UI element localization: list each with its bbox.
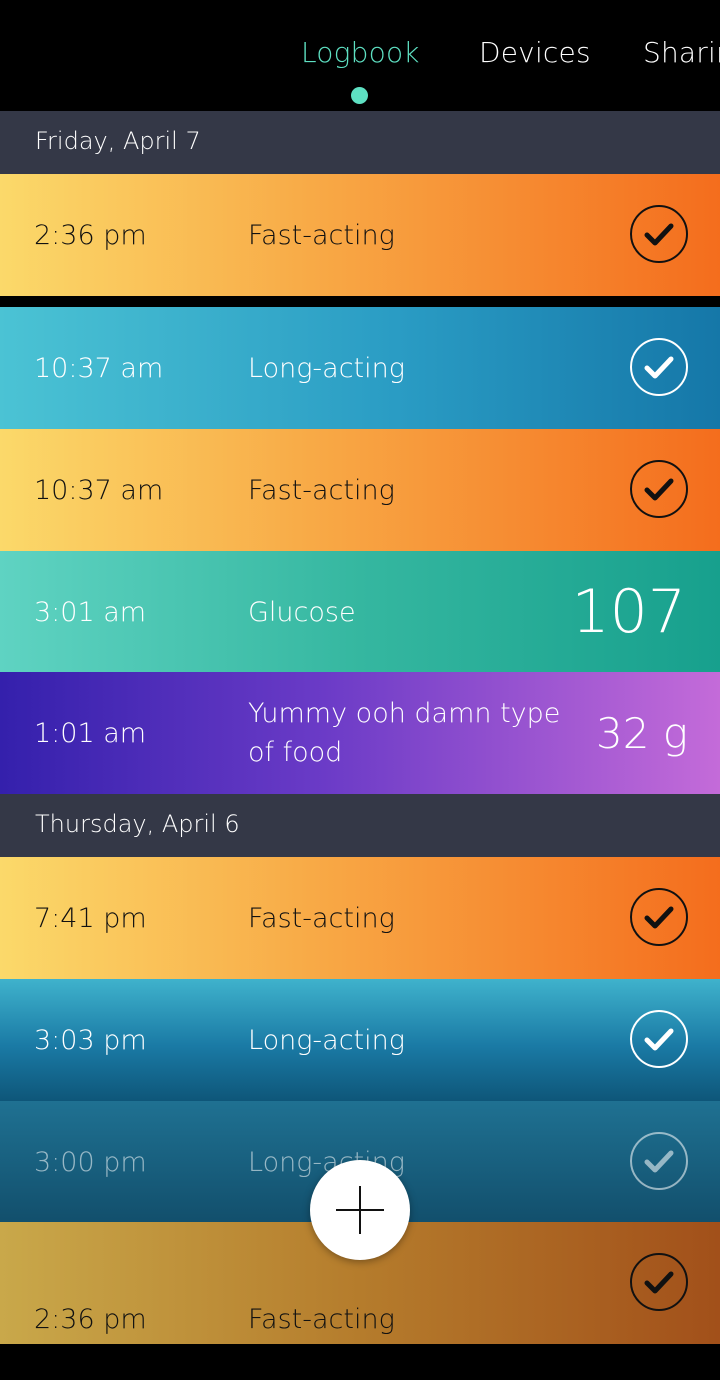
entry-label: Yummy ooh damn type of food [248, 698, 561, 768]
log-entry-fast-acting[interactable]: 7:41 pm Fast-acting [0, 857, 720, 979]
log-entry-long-acting[interactable]: 3:03 pm Long-acting [0, 979, 720, 1101]
log-entry-fast-acting[interactable]: 2:36 pm Fast-acting [0, 174, 720, 296]
entry-label: Fast-acting [248, 474, 395, 506]
entry-time: 10:37 am [34, 352, 164, 384]
entry-time: 3:03 pm [34, 1024, 147, 1056]
entry-label: Long-acting [248, 1024, 405, 1056]
entry-label: Long-acting [248, 1146, 405, 1178]
entry-label: Long-acting [248, 352, 405, 384]
glucose-value: 107 [571, 577, 686, 647]
check-circle-icon[interactable] [630, 888, 688, 946]
check-circle-icon[interactable] [630, 460, 688, 518]
entry-time: 3:01 am [34, 596, 147, 628]
entry-time: 2:36 pm [34, 1303, 147, 1335]
tab-devices[interactable]: Devices [479, 36, 591, 69]
log-entry-long-acting[interactable]: 10:37 am Long-acting [0, 307, 720, 429]
log-entry-glucose[interactable]: 3:01 am Glucose 107 [0, 551, 720, 673]
log-entry-food[interactable]: 1:01 am Yummy ooh damn type of food 32 g [0, 672, 720, 794]
entry-label: Fast-acting [248, 1303, 395, 1335]
add-entry-button[interactable] [310, 1160, 410, 1260]
active-tab-indicator [351, 87, 368, 104]
entry-time: 10:37 am [34, 474, 164, 506]
plus-icon [336, 1186, 384, 1234]
log-entry-fast-acting[interactable]: 10:37 am Fast-acting [0, 429, 720, 551]
check-circle-icon[interactable] [630, 1010, 688, 1068]
entry-label: Fast-acting [248, 219, 395, 251]
entry-time: 1:01 am [34, 717, 147, 749]
check-circle-icon[interactable] [630, 338, 688, 396]
check-circle-icon[interactable] [630, 1253, 688, 1311]
check-circle-icon[interactable] [630, 205, 688, 263]
entry-time: 7:41 pm [34, 902, 147, 934]
section-header: Friday, April 7 [0, 111, 720, 174]
entry-time: 2:36 pm [34, 219, 147, 251]
top-tab-bar: Logbook Devices Sharing [0, 0, 720, 111]
check-circle-icon[interactable] [630, 1132, 688, 1190]
entry-time: 3:00 pm [34, 1146, 147, 1178]
tab-sharing[interactable]: Sharing [643, 36, 720, 69]
section-header: Thursday, April 6 [0, 794, 720, 857]
entry-label: Glucose [248, 596, 356, 628]
entry-label: Fast-acting [248, 902, 395, 934]
carbs-value: 32 g [596, 708, 688, 758]
tab-logbook[interactable]: Logbook [301, 36, 420, 69]
